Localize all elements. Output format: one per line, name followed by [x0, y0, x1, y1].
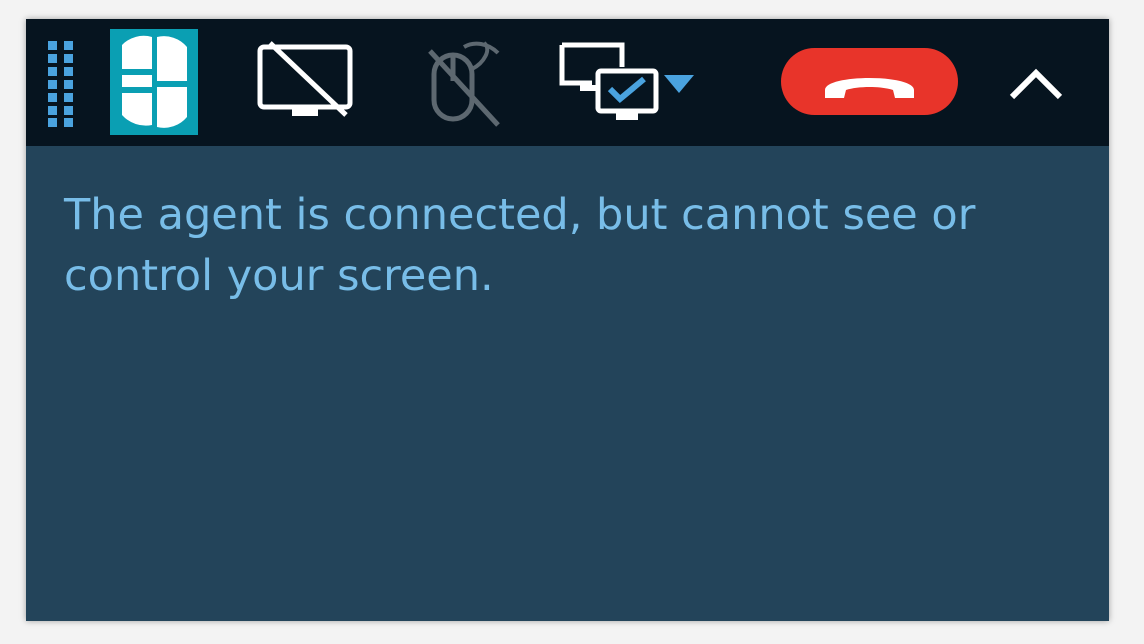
cobrowse-panel: The agent is connected, but cannot see o…	[26, 19, 1109, 621]
remote-control-button[interactable]	[426, 41, 506, 127]
end-session-button[interactable]	[781, 48, 958, 115]
monitor-select-icon	[559, 42, 694, 120]
app-logo-icon	[110, 29, 198, 135]
grip-dots-icon	[48, 41, 73, 127]
hang-up-icon	[825, 78, 914, 98]
chevron-up-icon	[1009, 68, 1063, 100]
app-logo	[110, 29, 198, 135]
collapse-button[interactable]	[1006, 59, 1066, 107]
status-message: The agent is connected, but cannot see o…	[64, 190, 976, 301]
mouse-disabled-icon	[428, 41, 500, 127]
drag-handle[interactable]	[48, 41, 82, 127]
toolbar	[26, 19, 1109, 146]
screen-disabled-icon	[257, 41, 353, 117]
screen-share-button[interactable]	[256, 41, 356, 121]
monitor-select-button[interactable]	[558, 41, 703, 125]
